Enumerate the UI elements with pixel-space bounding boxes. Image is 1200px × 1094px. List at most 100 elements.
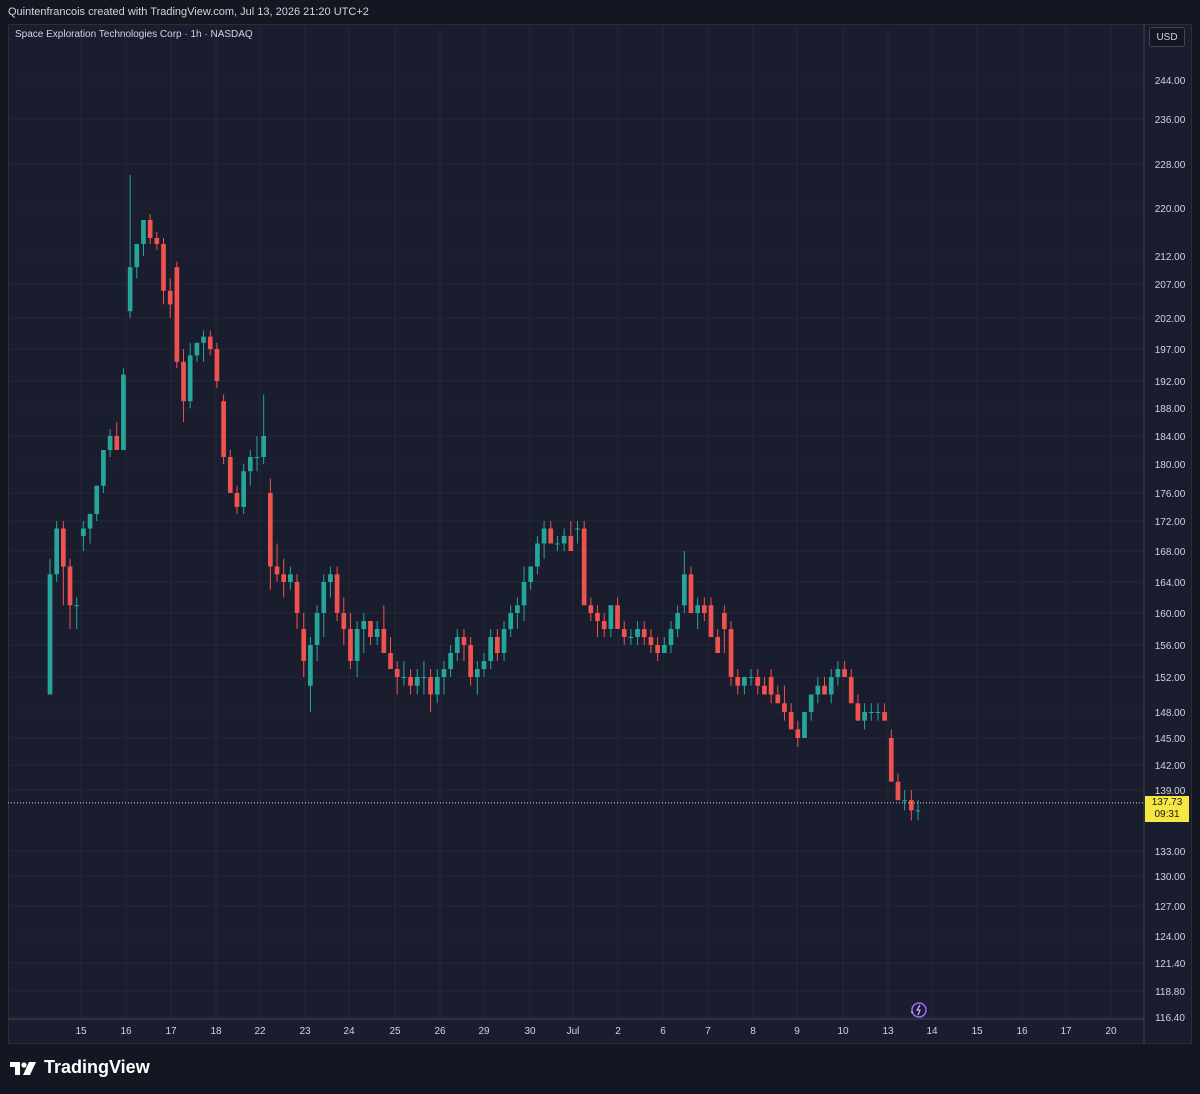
candle-body [314, 613, 320, 645]
y-tick-label: 116.40 [1155, 1013, 1185, 1024]
candle-body [107, 436, 113, 450]
candlestick-chart[interactable]: 244.00 236.00 228.00 220.00 212.00 207.00 202.… [8, 24, 1192, 1044]
candle-body [655, 645, 660, 653]
candle-body [688, 574, 694, 613]
y-tick-label: 152.00 [1155, 673, 1186, 684]
x-tick-label: 25 [389, 1026, 401, 1037]
candle-body [241, 471, 246, 507]
x-tick-label: 30 [524, 1026, 536, 1037]
candle-body [601, 621, 607, 629]
flash-icon[interactable] [908, 1000, 928, 1020]
y-tick-label: 212.00 [1155, 252, 1186, 263]
candle-body [708, 605, 714, 637]
candle-body [481, 661, 487, 669]
candle-body [227, 457, 233, 493]
y-tick-label: 188.00 [1155, 404, 1186, 415]
candle-body [374, 629, 380, 637]
x-tick-label: 17 [1060, 1026, 1072, 1037]
y-tick-label: 207.00 [1155, 280, 1186, 291]
candle-body [294, 582, 300, 613]
candle-body [728, 629, 734, 677]
candle-body [421, 677, 427, 678]
candle-body [247, 457, 253, 472]
x-tick-label: 15 [971, 1026, 983, 1037]
footer [0, 1044, 1200, 1094]
candle-body [221, 401, 226, 457]
candle-body [354, 629, 360, 661]
candle-body [802, 712, 807, 738]
candle-body [414, 677, 420, 686]
x-tick-label: 22 [254, 1026, 266, 1037]
x-tick-label: 26 [434, 1026, 446, 1037]
candle-body [915, 810, 921, 812]
candle-body [555, 543, 560, 545]
candle-body [61, 528, 66, 567]
y-tick-label: 142.00 [1155, 761, 1186, 772]
y-tick-label: 118.80 [1155, 987, 1185, 998]
candle-body [668, 629, 674, 645]
x-tick-label: 6 [660, 1026, 666, 1037]
candle-body [348, 629, 353, 661]
candle-body [194, 342, 200, 356]
y-tick-label: 124.00 [1155, 932, 1186, 943]
candle-body [561, 536, 567, 544]
x-tick-label: 16 [120, 1026, 132, 1037]
x-tick-label: 7 [705, 1026, 711, 1037]
candle-body [775, 694, 781, 704]
candle-body [515, 605, 520, 613]
candle-body [181, 361, 186, 402]
candle-body [635, 629, 640, 637]
candle-body [548, 528, 554, 544]
x-tick-label: 23 [299, 1026, 311, 1037]
attribution-text: Quintenfrancois created with TradingView… [8, 6, 369, 18]
candle-body [461, 637, 467, 645]
candle-body [702, 605, 707, 613]
candle-body [141, 220, 146, 244]
y-tick-label: 220.00 [1155, 204, 1186, 215]
candle-body [147, 220, 153, 238]
x-tick-label: 18 [210, 1026, 222, 1037]
candle-body [715, 637, 721, 653]
candle-body [301, 629, 307, 661]
x-tick-label: 24 [343, 1026, 355, 1037]
candle-body [488, 637, 494, 661]
candle-body [134, 244, 140, 268]
candle-body [742, 677, 747, 686]
candle-body [428, 677, 433, 695]
candle-body [782, 703, 787, 712]
candle-body [882, 712, 887, 721]
grid-lines [8, 24, 1145, 1044]
x-tick-label: 10 [837, 1026, 849, 1037]
candle-body [748, 677, 754, 678]
candle-body [568, 536, 574, 551]
candle-body [261, 436, 266, 457]
candle-body [288, 574, 293, 582]
candle-body [381, 629, 387, 653]
x-tick-label: 14 [926, 1026, 938, 1037]
x-tick-label: Jul [567, 1026, 580, 1037]
currency-button[interactable]: USD [1149, 27, 1185, 47]
candle-body [201, 336, 206, 343]
y-tick-label: 130.00 [1155, 872, 1186, 883]
candle-body [875, 712, 881, 713]
candle-body [234, 493, 240, 507]
candle-body [641, 629, 647, 637]
candle-body [755, 677, 761, 686]
y-tick-label: 164.00 [1155, 578, 1186, 589]
price-axis[interactable]: 244.00 236.00 228.00 220.00 212.00 207.00 202.… [1155, 76, 1186, 1024]
y-tick-label: 148.00 [1155, 708, 1186, 719]
brand[interactable]: TradingView [10, 1057, 150, 1078]
candle-body [795, 729, 801, 738]
time-axis[interactable]: 15 16 17 18 22 23 24 25 26 29 30 Jul 2 6 7 8 9 10 13 14 15 16… [75, 1026, 1117, 1037]
candle-body [341, 613, 347, 629]
candle-body [94, 485, 100, 514]
candle-body [121, 374, 126, 450]
chart-title: Space Exploration Technologies Corp · 1h… [15, 29, 253, 40]
candle-body [842, 669, 847, 677]
candle-body [214, 349, 220, 381]
x-tick-label: 15 [75, 1026, 87, 1037]
candle-body [368, 621, 373, 637]
candle-body [735, 677, 741, 686]
candle-body [207, 336, 213, 349]
candle-body [768, 677, 774, 695]
